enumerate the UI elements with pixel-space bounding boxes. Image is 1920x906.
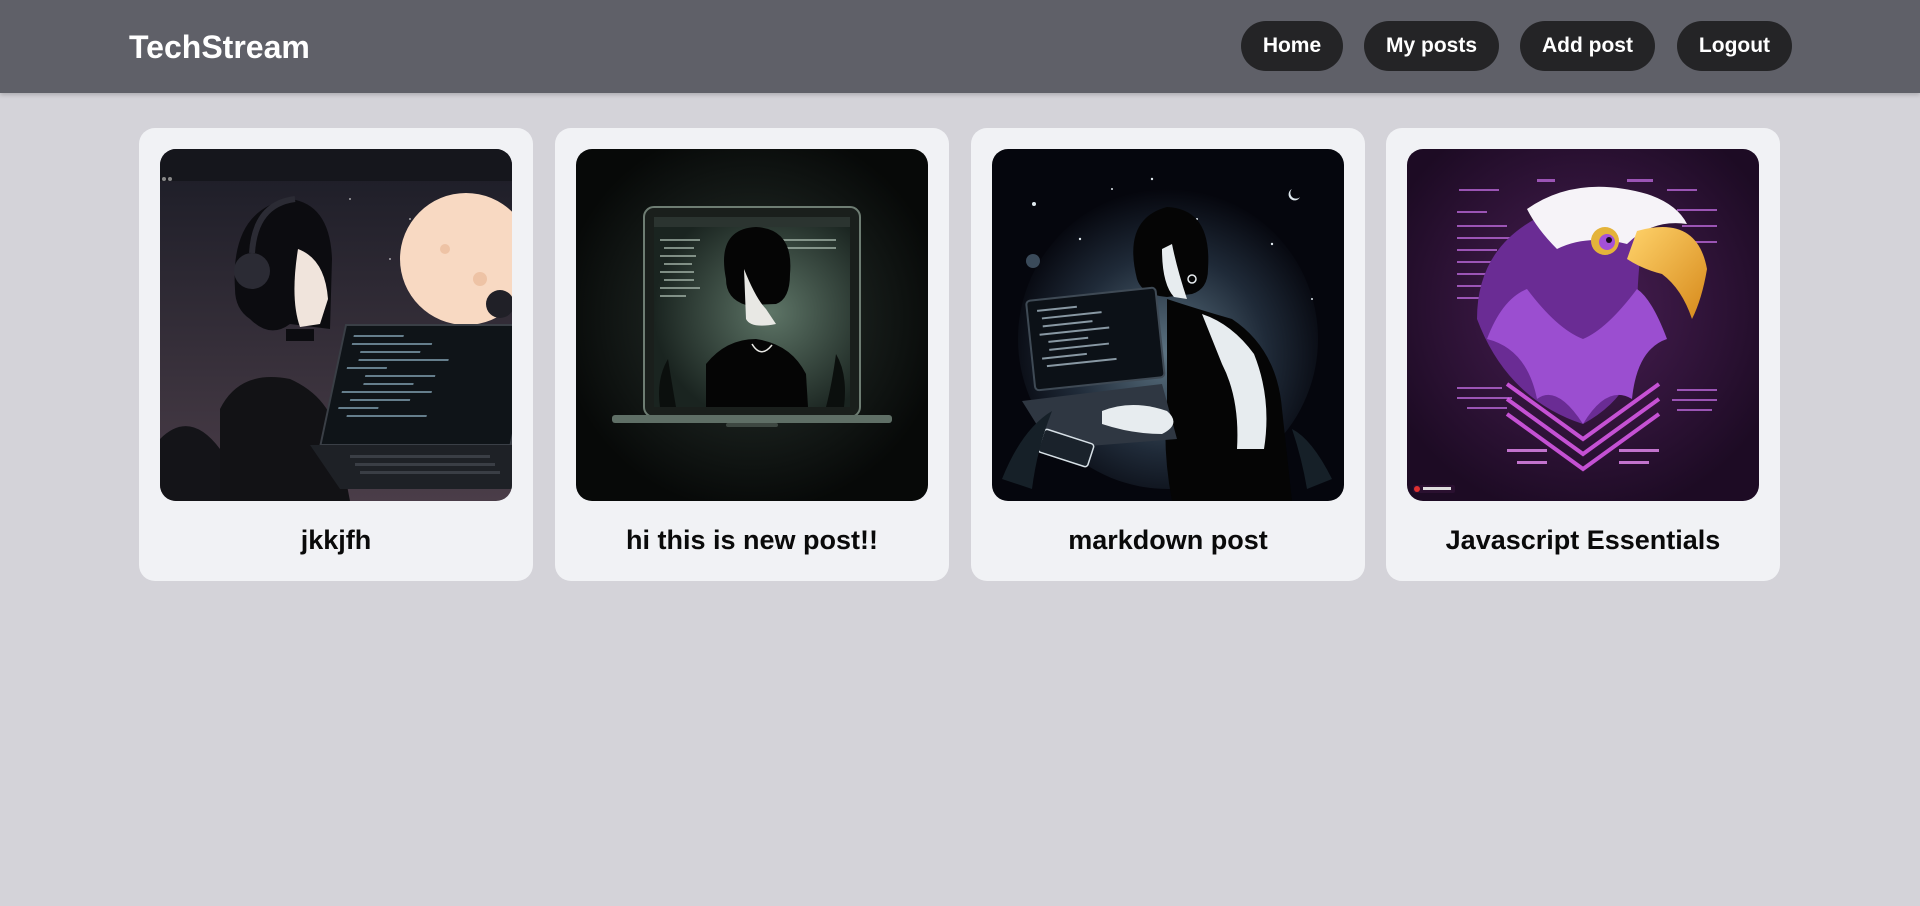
post-card[interactable]: hi this is new post!! (555, 128, 949, 581)
nav-home-button[interactable]: Home (1241, 21, 1343, 71)
post-thumbnail-girl-typing[interactable] (992, 149, 1344, 501)
post-card[interactable]: Javascript Essentials (1386, 128, 1780, 581)
nav-my-posts-button[interactable]: My posts (1364, 21, 1499, 71)
top-navbar: TechStream Home My posts Add post Logout (0, 0, 1920, 93)
nav-add-post-button[interactable]: Add post (1520, 21, 1655, 71)
post-title[interactable]: Javascript Essentials (1386, 524, 1780, 556)
post-title[interactable]: jkkjfh (139, 524, 533, 556)
brand-logo-text[interactable]: TechStream (129, 27, 310, 67)
nav-logout-button[interactable]: Logout (1677, 21, 1792, 71)
post-card[interactable]: jkkjfh (139, 128, 533, 581)
post-thumbnail-laptop-silhouette[interactable] (576, 149, 928, 501)
post-title[interactable]: markdown post (971, 524, 1365, 556)
post-title[interactable]: hi this is new post!! (555, 524, 949, 556)
post-card[interactable]: markdown post (971, 128, 1365, 581)
post-thumbnail-girl-headphones[interactable] (160, 149, 512, 501)
post-thumbnail-purple-eagle[interactable] (1407, 149, 1759, 501)
